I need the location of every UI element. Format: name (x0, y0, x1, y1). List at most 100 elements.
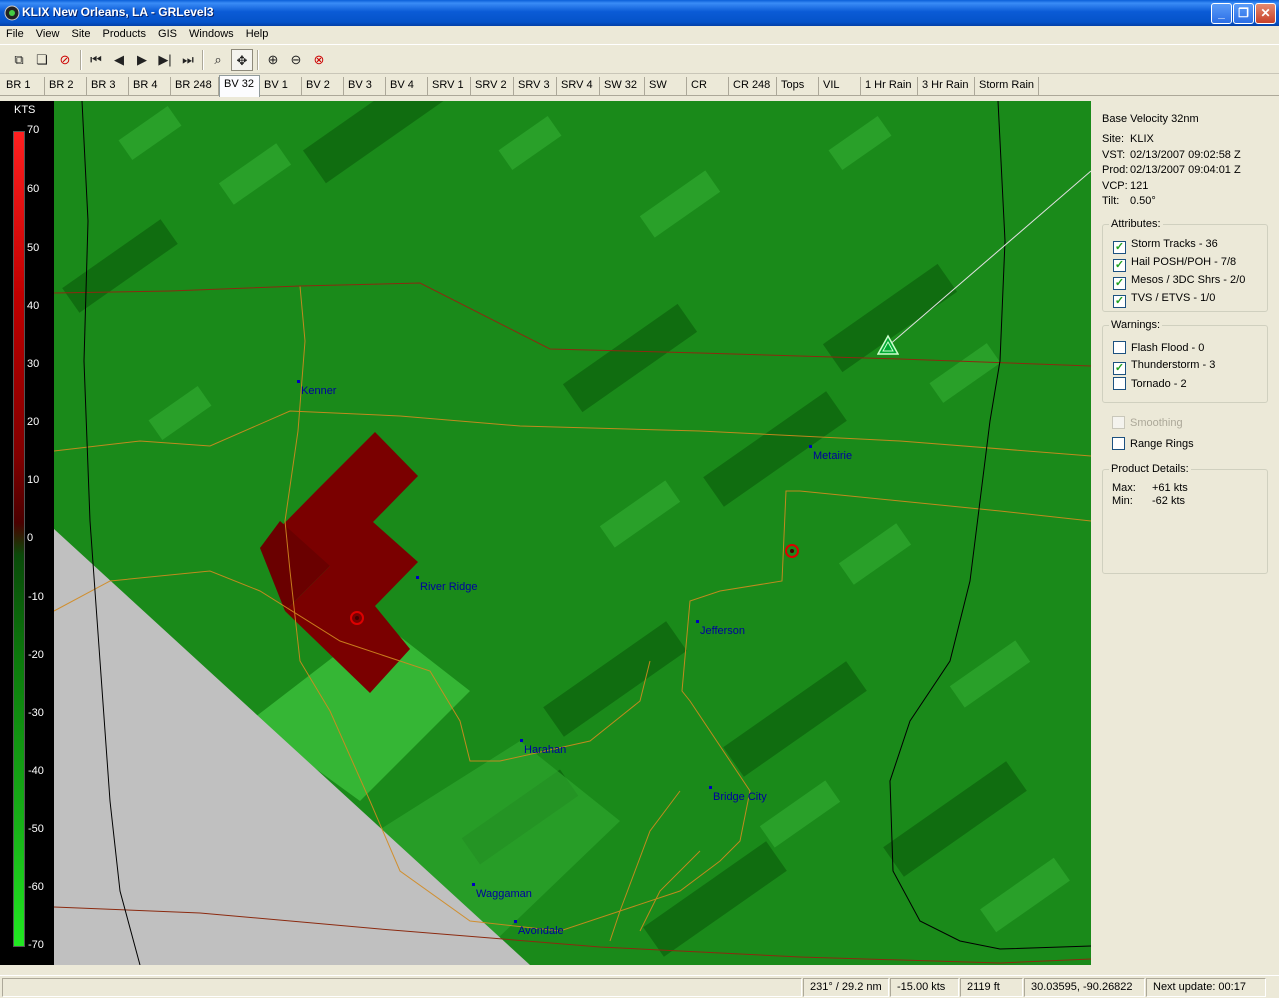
tab-bv-2[interactable]: BV 2 (302, 77, 344, 96)
tilt-label: Tilt: (1102, 195, 1120, 207)
zoom-out-icon[interactable]: ⊖ (285, 49, 307, 71)
site-label: Site: (1102, 133, 1125, 145)
menu-view[interactable]: View (36, 26, 60, 40)
range-rings-checkbox[interactable]: Range Rings (1112, 437, 1194, 450)
tab-srv-2[interactable]: SRV 2 (471, 77, 514, 96)
legend-tick: -40 (28, 765, 44, 777)
city-dot (514, 920, 517, 923)
tab-storm-rain[interactable]: Storm Rain (975, 77, 1039, 96)
checkbox-icon: ✓ (1113, 259, 1126, 272)
checkbox-icon (1112, 437, 1125, 450)
tab-tops[interactable]: Tops (777, 77, 819, 96)
tab-br-4[interactable]: BR 4 (129, 77, 171, 96)
vst-label: VST: (1102, 149, 1126, 161)
title-bar[interactable]: KLIX New Orleans, LA - GRLevel3 _ ❐ ✕ (0, 0, 1279, 26)
menu-gis[interactable]: GIS (158, 26, 177, 40)
menu-products[interactable]: Products (103, 26, 146, 40)
checkbox-label: Thunderstorm - 3 (1131, 359, 1216, 371)
product-details-group: Product Details: Max: +61 kts Min: -62 k… (1102, 463, 1268, 574)
step-forward-icon[interactable]: ▶| (154, 49, 176, 71)
legend-tick: 40 (27, 300, 40, 312)
smoothing-checkbox[interactable]: Smoothing (1112, 416, 1183, 429)
thunderstorm-checkbox[interactable]: ✓ Thunderstorm - 3 (1113, 359, 1215, 375)
cancel-icon[interactable]: ⊘ (54, 49, 76, 71)
status-message (2, 978, 802, 997)
city-label: Harahan (524, 744, 567, 756)
close-button[interactable]: ✕ (1255, 3, 1276, 24)
tab-sw-32[interactable]: SW 32 (600, 77, 645, 96)
pan-icon[interactable]: ✥ (231, 49, 253, 71)
step-back-icon[interactable]: ◀ (108, 49, 130, 71)
menu-bar: File View Site Products GIS Windows Help (0, 26, 1279, 44)
tab-cr-248[interactable]: CR 248 (729, 77, 777, 96)
tab-br-1[interactable]: BR 1 (2, 77, 45, 96)
tab-cr[interactable]: CR (687, 77, 729, 96)
city-label: River Ridge (420, 581, 478, 593)
legend-tick: 30 (27, 358, 40, 370)
first-frame-icon[interactable]: ⏮ (85, 49, 107, 71)
tab-bv-1[interactable]: BV 1 (260, 77, 302, 96)
minimize-button[interactable]: _ (1211, 3, 1232, 24)
info-panel: Base Velocity 32nm Site: KLIX VST: 02/13… (1091, 101, 1279, 975)
last-frame-icon[interactable]: ⏭ (177, 49, 199, 71)
city-label: Bridge City (713, 791, 767, 803)
restore-button[interactable]: ❐ (1233, 3, 1254, 24)
tab-3-hr-rain[interactable]: 3 Hr Rain (918, 77, 975, 96)
checkbox-icon (1113, 341, 1126, 354)
checkbox-label: Tornado - 2 (1131, 378, 1187, 390)
city-label: Jefferson (700, 625, 746, 637)
legend-tick: -10 (28, 591, 44, 603)
checkbox-label: Range Rings (1130, 438, 1194, 450)
menu-help[interactable]: Help (246, 26, 269, 40)
tab-srv-1[interactable]: SRV 1 (428, 77, 471, 96)
tab-br-248[interactable]: BR 248 (171, 77, 219, 96)
attributes-title: Attributes: (1109, 218, 1163, 230)
radar-map[interactable]: Kenner Metairie River Ridge Jefferson Ha… (0, 101, 1091, 965)
checkbox-label: Flash Flood - 0 (1131, 342, 1205, 354)
city-dot (297, 380, 300, 383)
radar-image[interactable] (0, 101, 1091, 965)
menu-file[interactable]: File (6, 26, 24, 40)
tab-br-2[interactable]: BR 2 (45, 77, 87, 96)
vcp-label: VCP: (1102, 180, 1128, 192)
meso-marker-icon[interactable] (349, 610, 365, 626)
storm-track-icon[interactable] (877, 334, 899, 356)
hail-checkbox[interactable]: ✓ Hail POSH/POH - 7/8 (1113, 256, 1236, 272)
product-name: Base Velocity 32nm (1102, 113, 1199, 125)
copy-icon[interactable]: ⧉ (8, 49, 30, 71)
flash-flood-checkbox[interactable]: Flash Flood - 0 (1113, 341, 1204, 354)
zoom-icon[interactable]: ⌕ (207, 49, 229, 71)
menu-windows[interactable]: Windows (189, 26, 234, 40)
city-label: Kenner (301, 385, 337, 397)
tab-br-3[interactable]: BR 3 (87, 77, 129, 96)
app-radar-icon (4, 5, 20, 21)
tab-bv-4[interactable]: BV 4 (386, 77, 428, 96)
tab-sw[interactable]: SW (645, 77, 687, 96)
status-bar: 231° / 29.2 nm -15.00 kts 2119 ft 30.035… (0, 975, 1279, 998)
tvs-checkbox[interactable]: ✓ TVS / ETVS - 1/0 (1113, 292, 1215, 308)
zoom-reset-icon[interactable]: ⊗ (308, 49, 330, 71)
play-icon[interactable]: ▶ (131, 49, 153, 71)
legend-tick: 10 (27, 474, 40, 486)
tab-vil[interactable]: VIL (819, 77, 861, 96)
meso-marker-icon[interactable] (784, 543, 800, 559)
tornado-checkbox[interactable]: Tornado - 2 (1113, 377, 1187, 390)
menu-site[interactable]: Site (72, 26, 91, 40)
legend-color-bar (13, 131, 25, 947)
mesos-checkbox[interactable]: ✓ Mesos / 3DC Shrs - 2/0 (1113, 274, 1245, 290)
status-next-update: Next update: 00:17 (1146, 978, 1266, 997)
prod-label: Prod: (1102, 164, 1129, 176)
copy-all-icon[interactable]: ❏ (31, 49, 53, 71)
tab-bv-32[interactable]: BV 32 (219, 75, 260, 97)
tab-srv-4[interactable]: SRV 4 (557, 77, 600, 96)
checkbox-icon: ✓ (1113, 295, 1126, 308)
tab-1-hr-rain[interactable]: 1 Hr Rain (861, 77, 918, 96)
min-value: -62 kts (1152, 495, 1186, 507)
city-label: Avondale (518, 925, 564, 937)
tab-bv-3[interactable]: BV 3 (344, 77, 386, 96)
storm-tracks-checkbox[interactable]: ✓ Storm Tracks - 36 (1113, 238, 1218, 254)
tab-srv-3[interactable]: SRV 3 (514, 77, 557, 96)
checkbox-label: Smoothing (1130, 417, 1183, 429)
tilt-value: 0.50° (1130, 195, 1156, 207)
zoom-in-icon[interactable]: ⊕ (262, 49, 284, 71)
